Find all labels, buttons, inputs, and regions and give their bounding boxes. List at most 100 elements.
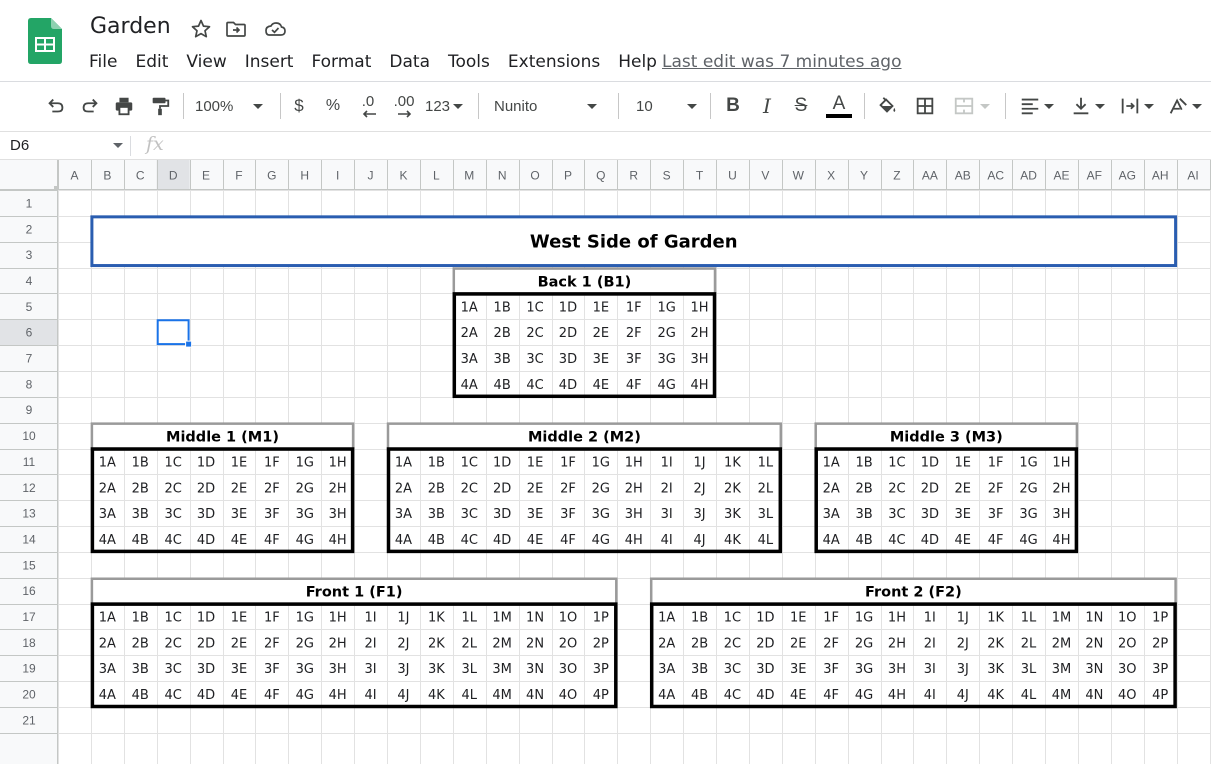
plot-cell[interactable]: 3F [560,507,576,522]
row-header-16[interactable]: 16 [22,584,36,598]
plot-cell[interactable]: 1B [855,455,872,470]
row-header-18[interactable]: 18 [22,636,36,650]
plot-cell[interactable]: 1B [428,455,445,470]
plot-cell[interactable]: 1F [626,300,642,315]
column-header-G[interactable]: G [267,169,276,183]
plot-cell[interactable]: 4J [397,688,409,703]
plot-cell[interactable]: 3O [1118,662,1137,677]
plot-cell[interactable]: 3P [593,662,609,677]
column-header-R[interactable]: R [629,169,638,183]
column-header-A[interactable]: A [70,169,78,183]
plot-cell[interactable]: 2D [559,326,577,341]
plot-cell[interactable]: 3K [987,662,1004,677]
column-header-Q[interactable]: Q [596,169,605,183]
row-header-3[interactable]: 3 [26,248,33,262]
plot-cell[interactable]: 2H [1052,481,1070,496]
plot-cell[interactable]: 4A [658,688,675,703]
plot-cell[interactable]: 2H [625,481,643,496]
plot-cell[interactable]: 2G [657,326,675,341]
plot-cell[interactable]: 1G [592,455,610,470]
plot-cell[interactable]: 3P [1152,662,1168,677]
plot-cell[interactable]: 3A [823,507,840,522]
plot-cell[interactable]: 3C [164,662,181,677]
last-edit-link[interactable]: Last edit was 7 minutes ago [662,52,902,72]
paint-format-icon[interactable] [146,92,174,120]
plot-cell[interactable]: 1C [526,300,543,315]
row-header-15[interactable]: 15 [22,558,36,572]
column-header-Y[interactable]: Y [860,169,868,183]
plot-cell[interactable]: 1C [164,455,181,470]
plot-cell[interactable]: 2F [988,481,1004,496]
plot-cell[interactable]: 4N [1085,688,1103,703]
plot-cell[interactable]: 1H [625,455,643,470]
column-header-I[interactable]: I [336,169,339,183]
column-header-AF[interactable]: AF [1087,169,1102,183]
plot-cell[interactable]: 1E [527,455,544,470]
plot-cell[interactable]: 4E [231,533,248,548]
plot-cell[interactable]: 3O [559,662,578,677]
plot-cell[interactable]: 3B [132,507,149,522]
plot-cell[interactable]: 2B [494,326,511,341]
plot-cell[interactable]: 3H [888,662,906,677]
plot-cell[interactable]: 4E [955,533,972,548]
plot-cell[interactable]: 4E [790,688,807,703]
plot-cell[interactable]: 3D [197,507,215,522]
plot-cell[interactable]: 1K [428,611,445,626]
plot-cell[interactable]: 1A [823,455,840,470]
plot-cell[interactable]: 3G [855,662,873,677]
italic-button[interactable]: I [756,92,778,120]
plot-cell[interactable]: 1B [494,300,511,315]
plot-cell[interactable]: 2F [264,481,280,496]
plot-cell[interactable]: 2F [823,636,839,651]
menu-tools[interactable]: Tools [439,52,499,72]
plot-cell[interactable]: 3M [492,662,512,677]
plot-cell[interactable]: 2P [593,636,609,651]
menu-edit[interactable]: Edit [126,52,177,72]
plot-cell[interactable]: 1D [493,455,511,470]
zoom-select[interactable]: 100% [195,92,271,120]
plot-cell[interactable]: 3B [855,507,872,522]
plot-cell[interactable]: 4C [461,533,478,548]
plot-cell[interactable]: 4D [197,533,215,548]
plot-cell[interactable]: 4D [756,688,774,703]
plot-cell[interactable]: 4D [921,533,939,548]
plot-cell[interactable]: 2E [527,481,544,496]
plot-cell[interactable]: 2C [888,481,905,496]
plot-cell[interactable]: 1E [231,611,248,626]
plot-cell[interactable]: 4J [693,533,705,548]
plot-cell[interactable]: 3B [494,352,511,367]
column-header-Z[interactable]: Z [893,169,900,183]
plot-cell[interactable]: 2D [756,636,774,651]
row-header-9[interactable]: 9 [26,403,33,417]
plot-cell[interactable]: 2B [855,481,872,496]
text-color-button[interactable]: A [826,92,852,120]
plot-cell[interactable]: 3G [296,507,314,522]
plot-cell[interactable]: 1M [492,611,512,626]
plot-cell[interactable]: 4F [823,688,839,703]
plot-cell[interactable]: 4B [132,533,149,548]
column-header-H[interactable]: H [300,169,309,183]
more-formats-button[interactable]: 123 [423,92,465,120]
plot-cell[interactable]: 2O [1118,636,1137,651]
plot-cell[interactable]: 1B [132,611,149,626]
plot-cell[interactable]: 3C [888,507,905,522]
plot-cell[interactable]: 2K [987,636,1004,651]
plot-cell[interactable]: 1O [1118,611,1137,626]
plot-cell[interactable]: 4C [526,378,543,393]
plot-cell[interactable]: 2N [1085,636,1103,651]
column-header-P[interactable]: P [564,169,572,183]
plot-cell[interactable]: 3K [724,507,741,522]
plot-cell[interactable]: 3I [364,662,376,677]
row-header-6[interactable]: 6 [26,326,33,340]
plot-cell[interactable]: 1E [955,455,972,470]
plot-cell[interactable]: 3F [264,662,280,677]
plot-cell[interactable]: 4H [625,533,643,548]
plot-cell[interactable]: 2C [461,481,478,496]
currency-format-button[interactable]: $ [288,92,310,120]
plot-cell[interactable]: 2E [231,636,248,651]
column-header-AG[interactable]: AG [1119,169,1136,183]
plot-cell[interactable]: 3E [593,352,610,367]
column-header-AH[interactable]: AH [1152,169,1169,183]
plot-cell[interactable]: 3D [493,507,511,522]
plot-cell[interactable]: 3A [395,507,412,522]
